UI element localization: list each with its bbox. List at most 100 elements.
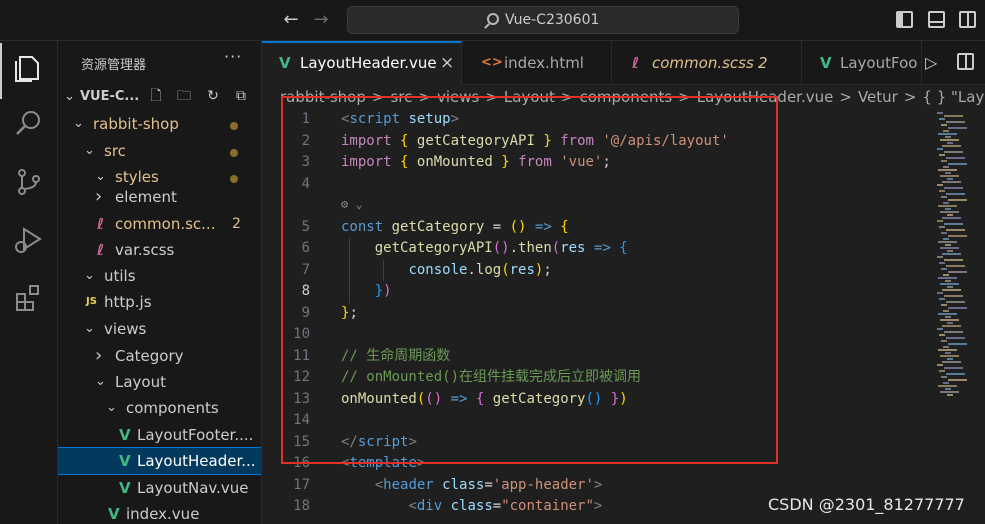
toggle-panel-icon[interactable] [928,11,945,28]
minimap-line [946,229,965,231]
explorer-icon[interactable] [12,51,46,85]
tree-item[interactable]: ℓ var.scss [58,237,261,263]
breadcrumb-separator: > [839,88,852,106]
problem-count-badge: 2 [232,216,241,232]
breadcrumb-item[interactable]: Layout [504,88,555,106]
breadcrumb-item[interactable]: { } "LayoutH [922,88,985,106]
toggle-secondary-sidebar-icon[interactable] [959,11,976,28]
copilot-icon[interactable]: ⚙ ⌄ [341,197,363,211]
tree-item[interactable]: V LayoutFooter.... [58,422,261,448]
arrow-left-icon[interactable]: ← [279,8,303,32]
minimap-line [941,232,947,234]
activity-bar [0,41,58,524]
minimap-line [940,175,959,177]
code-line[interactable]: 3 import { onMounted } from 'vue'; [262,152,932,174]
vue-icon: V [119,426,131,444]
tree-item[interactable]: JS http.js [58,289,261,315]
explorer-sidebar: 资源管理器 ··· ⌄ VUE-C... 🗋 🗀 ↻ ⧉ ⌄ rabbit-sho… [58,41,262,524]
run-debug-icon[interactable] [12,223,46,257]
scss-icon: ℓ [632,54,640,72]
toggle-sidebar-icon[interactable] [896,11,913,28]
minimap-line [943,310,949,312]
close-icon[interactable]: × [440,43,454,83]
line-number: 2 [301,132,310,149]
minimap-line [939,226,945,228]
breadcrumb-item[interactable]: rabbit-shop [280,88,366,106]
tree-item[interactable]: ⌄ components [58,395,261,421]
code-line[interactable]: 4 [262,174,932,196]
code-text: <script setup> [341,111,460,127]
breadcrumb-item[interactable]: components [579,88,672,106]
modified-dot-icon [230,149,238,157]
vue-icon: V [119,452,131,470]
minimap-line [937,184,943,186]
split-editor-icon[interactable] [957,53,974,70]
minimap-line [941,196,947,198]
minimap-line [938,385,957,387]
tab-layoutfooter[interactable]: V LayoutFoo [802,41,922,85]
tree-item[interactable]: ⌄ rabbit-shop [58,111,261,137]
more-actions-icon[interactable]: ··· [224,47,242,66]
minimap-line [944,115,963,117]
code-line[interactable]: 15 </script> [262,432,932,454]
tree-item[interactable]: ⌄ utils [58,263,261,289]
tree-item[interactable]: ⌄ Layout [58,369,261,395]
tree-item[interactable]: › Category [58,343,261,369]
minimap[interactable] [935,108,985,408]
minimap-line [941,340,947,342]
tree-item[interactable]: ℓ common.sc... 2 [58,211,261,237]
tree-item-label: LayoutHeader... [137,452,256,470]
minimap-line [940,355,959,357]
editor-tabs: V LayoutHeader.vue × <> index.html ℓ com… [262,41,985,85]
tab-common-scss[interactable]: ℓ common.scss 2 [612,41,802,85]
minimap-line [940,283,959,285]
minimap-line [945,352,951,354]
command-center-search[interactable]: Vue-C230601 [347,6,739,34]
collapse-all-icon[interactable]: ⧉ [233,88,249,104]
tree-item[interactable]: V LayoutHeader... [58,447,261,475]
source-control-icon[interactable] [12,165,46,199]
tree-item[interactable]: V LayoutNav.vue [58,475,261,501]
code-line[interactable]: 6 getCategoryAPI().then(res => { [262,238,932,260]
arrow-right-icon[interactable]: → [309,8,333,32]
tree-item[interactable]: › element [58,184,261,210]
minimap-line [948,127,967,129]
code-line[interactable]: 14 [262,410,932,432]
minimap-line [942,145,961,147]
new-file-icon[interactable]: 🗋 [148,88,164,104]
code-line[interactable]: 5 const getCategory = () => { [262,217,932,239]
breadcrumb-item[interactable]: src [390,88,412,106]
extensions-icon[interactable] [12,281,46,315]
minimap-line [938,241,957,243]
code-line[interactable]: 8 }) [262,281,932,303]
code-line[interactable]: 17 <header class='app-header'> [262,475,932,497]
code-line[interactable]: 1 <script setup> [262,109,932,131]
minimap-line [943,238,949,240]
code-line[interactable]: 16 <template> [262,453,932,475]
tab-layoutheader[interactable]: V LayoutHeader.vue × [262,41,462,85]
code-line[interactable]: 11 // 生命周期函数 [262,346,932,368]
code-line[interactable]: 7 console.log(res); [262,260,932,282]
explorer-title: 资源管理器 [81,58,147,73]
code-line[interactable]: 10 [262,324,932,346]
run-icon[interactable]: ▷ [925,53,937,72]
breadcrumb-item[interactable]: views [437,88,479,106]
breadcrumb-item[interactable]: LayoutHeader.vue [697,88,834,106]
tree-item[interactable]: Vindex.vue [58,501,261,524]
code-line[interactable]: 13 onMounted(() => { getCategory() }) [262,389,932,411]
minimap-line [942,325,961,327]
refresh-icon[interactable]: ↻ [205,88,221,104]
code-line[interactable]: 2 import { getCategoryAPI } from '@/apis/… [262,131,932,153]
search-icon[interactable] [12,107,46,141]
tree-item[interactable]: ⌄ views [58,316,261,342]
tree-item[interactable]: ⌄ src [58,138,261,164]
breadcrumb-item[interactable]: Vetur [858,88,898,106]
minimap-line [944,367,963,369]
code-line[interactable]: 12 // onMounted()在组件挂载完成后立即被调用 [262,367,932,389]
code-editor[interactable]: ⚙ ⌄ 1 <script setup> 2 import { getCategoryA… [262,108,985,524]
tab-index-html[interactable]: <> index.html [462,41,612,85]
minimap-line [948,343,967,345]
new-folder-icon[interactable]: 🗀 [176,88,192,104]
minimap-line [945,388,951,390]
code-line[interactable]: 9}; [262,303,932,325]
